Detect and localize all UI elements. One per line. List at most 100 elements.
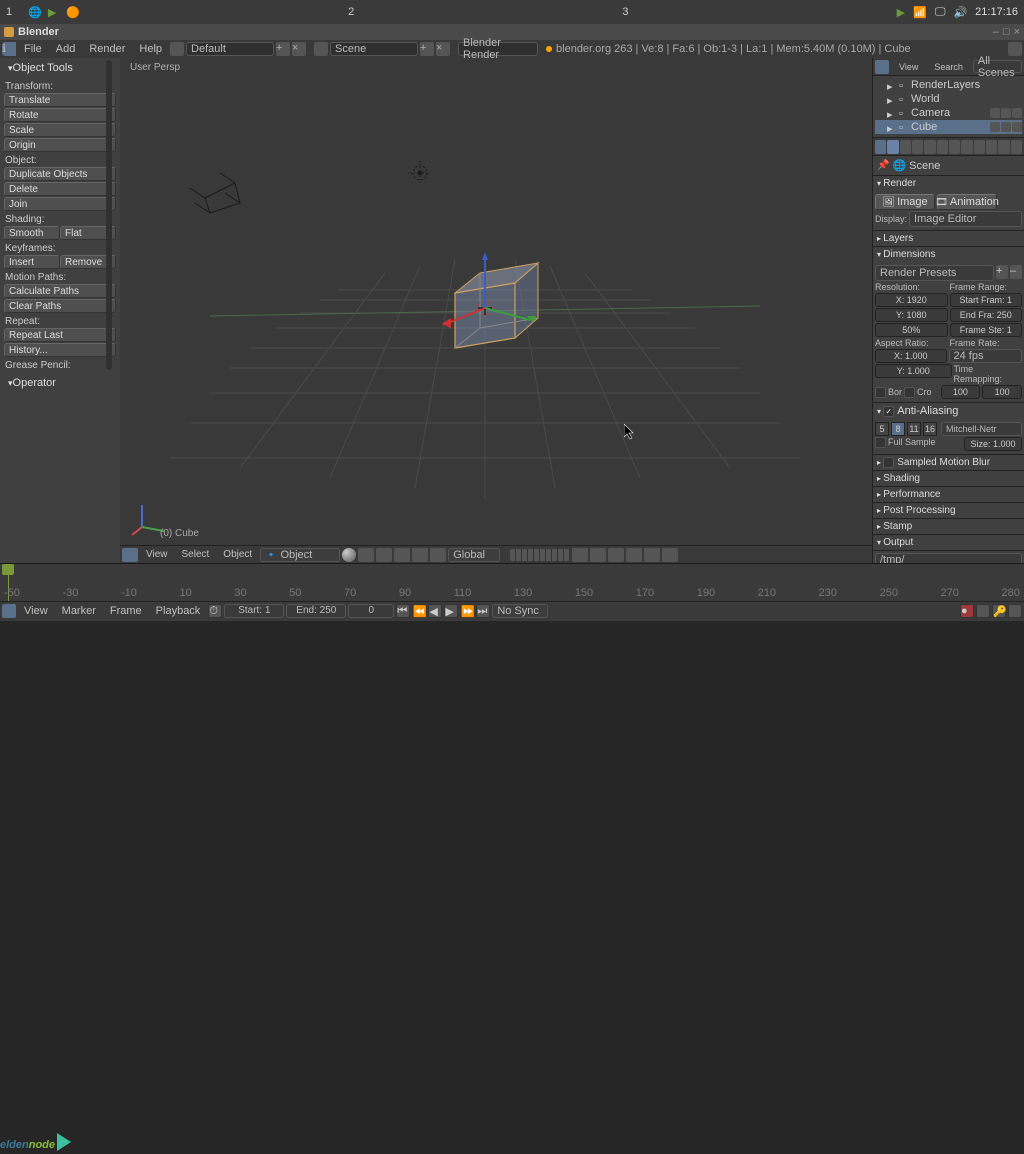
stamp-panel-header[interactable]: Stamp xyxy=(873,519,1024,534)
aa-samples-5[interactable]: 5 xyxy=(875,422,889,436)
close-button[interactable]: × xyxy=(1014,26,1020,38)
mode-dropdown[interactable]: 🔹 Object Mode xyxy=(260,548,340,562)
editor-type-outliner-icon[interactable] xyxy=(875,60,889,74)
workspace-1[interactable]: 1 xyxy=(6,6,12,18)
tab-constraints-icon[interactable] xyxy=(937,140,948,154)
manipulator-toggle-icon[interactable] xyxy=(376,548,392,562)
jump-start-icon[interactable]: ⏮ xyxy=(396,604,410,618)
keying-set-icon[interactable] xyxy=(976,604,990,618)
aa-size-field[interactable]: Size: 1.000 xyxy=(964,437,1022,451)
timeline-ruler[interactable]: eldennode -50-30-10103050709011013015017… xyxy=(0,564,1024,602)
preview-range-icon[interactable]: ⏱ xyxy=(208,604,222,618)
scene-dropdown[interactable]: Scene xyxy=(330,42,418,56)
aspect-x-field[interactable]: X: 1.000 xyxy=(875,349,947,363)
snap-target-icon[interactable] xyxy=(626,548,642,562)
start-frame-number[interactable]: Start: 1 xyxy=(224,604,284,618)
play-icon[interactable]: ▶ xyxy=(444,604,458,618)
res-x-field[interactable]: X: 1920 xyxy=(875,293,948,307)
restrict-render-icon[interactable] xyxy=(1012,108,1022,118)
operator-header[interactable]: Operator xyxy=(2,375,118,393)
auto-keyframe-icon[interactable]: ● xyxy=(960,604,974,618)
fps-dropdown[interactable]: 24 fps xyxy=(949,349,1023,363)
jump-end-icon[interactable]: ⏭ xyxy=(476,604,490,618)
layers-block-icon[interactable] xyxy=(510,549,570,561)
snap-element-icon[interactable] xyxy=(608,548,624,562)
outliner-view-menu[interactable]: View xyxy=(893,61,924,73)
tl-marker-menu[interactable]: Marker xyxy=(56,604,102,618)
crop-checkbox[interactable] xyxy=(904,387,915,398)
restrict-view-icon[interactable] xyxy=(990,108,1000,118)
performance-panel-header[interactable]: Performance xyxy=(873,487,1024,502)
rotate-button[interactable]: Rotate xyxy=(4,108,116,122)
shading-panel-header[interactable]: Shading xyxy=(873,471,1024,486)
scale-button[interactable]: Scale xyxy=(4,123,116,137)
object-menu[interactable]: Object xyxy=(217,548,258,561)
clock[interactable]: 21:17:16 xyxy=(975,6,1018,18)
menu-file[interactable]: File xyxy=(18,42,48,56)
display-icon[interactable]: 🖵 xyxy=(935,6,946,19)
transform-orientation-dropdown[interactable]: Global xyxy=(448,548,500,562)
menu-add[interactable]: Add xyxy=(50,42,82,56)
frame-step-field[interactable]: Frame Ste: 1 xyxy=(950,323,1023,337)
editor-type-icon[interactable]: ℹ xyxy=(2,42,16,56)
tl-playback-menu[interactable]: Playback xyxy=(150,604,207,618)
blender-tray-icon[interactable]: 🟠 xyxy=(66,6,80,19)
outliner-item-renderlayers[interactable]: ▸▫RenderLayers xyxy=(875,78,1022,92)
restrict-view-icon[interactable] xyxy=(990,122,1000,132)
display-dropdown[interactable]: Image Editor xyxy=(909,211,1022,227)
skip-next-keyframe-icon[interactable]: ⏩ xyxy=(460,604,474,618)
repeat-last-button[interactable]: Repeat Last xyxy=(4,328,116,342)
remap-old-field[interactable]: 100 xyxy=(941,385,981,399)
viewport-shading-icon[interactable] xyxy=(342,548,356,562)
back-to-prev-icon[interactable] xyxy=(170,42,184,56)
outliner-item-world[interactable]: ▸▫World xyxy=(875,92,1022,106)
engine-dropdown[interactable]: Blender Render xyxy=(458,42,538,56)
border-checkbox[interactable] xyxy=(875,387,886,398)
tab-object-icon[interactable] xyxy=(924,140,935,154)
insert-keyframe-button[interactable]: Insert xyxy=(4,255,60,269)
sync-dropdown[interactable]: No Sync xyxy=(492,604,548,618)
preset-add-icon[interactable]: + xyxy=(996,265,1008,279)
tab-data-icon[interactable] xyxy=(961,140,972,154)
play-reverse-icon[interactable]: ◀ xyxy=(428,604,442,618)
select-menu[interactable]: Select xyxy=(176,548,216,561)
smooth-button[interactable]: Smooth xyxy=(4,226,60,240)
antialiasing-panel-header[interactable]: Anti-Aliasing xyxy=(873,403,1024,419)
menu-help[interactable]: Help xyxy=(133,42,168,56)
play-icon[interactable]: ▶ xyxy=(48,6,56,19)
calculate-paths-button[interactable]: Calculate Paths xyxy=(4,284,116,298)
full-sample-checkbox[interactable] xyxy=(875,437,886,448)
antialiasing-checkbox[interactable] xyxy=(883,406,894,417)
delete-key-icon[interactable] xyxy=(1008,604,1022,618)
lock-camera-icon[interactable] xyxy=(572,548,588,562)
aa-filter-dropdown[interactable]: Mitchell-Netr xyxy=(941,422,1022,436)
add-scene-icon[interactable]: + xyxy=(420,42,434,56)
aa-samples-16[interactable]: 16 xyxy=(923,422,937,436)
join-button[interactable]: Join xyxy=(4,197,116,211)
remap-new-field[interactable]: 100 xyxy=(982,385,1022,399)
aspect-y-field[interactable]: Y: 1.000 xyxy=(875,364,952,378)
res-pct-field[interactable]: 50% xyxy=(875,323,948,337)
opengl-anim-icon[interactable] xyxy=(662,548,678,562)
render-image-button[interactable]: 🖼 Image xyxy=(875,194,935,210)
skip-prev-keyframe-icon[interactable]: ⏪ xyxy=(412,604,426,618)
view-menu[interactable]: View xyxy=(140,548,174,561)
output-path-field[interactable]: /tmp/ xyxy=(875,553,1022,563)
post-processing-panel-header[interactable]: Post Processing xyxy=(873,503,1024,518)
add-layout-icon[interactable]: + xyxy=(276,42,290,56)
start-frame-field[interactable]: Start Fram: 1 xyxy=(950,293,1023,307)
clear-paths-button[interactable]: Clear Paths xyxy=(4,299,116,313)
tab-modifiers-icon[interactable] xyxy=(949,140,960,154)
outliner-display-dropdown[interactable]: All Scenes xyxy=(973,60,1022,73)
outliner-item-camera[interactable]: ▸▫Camera xyxy=(875,106,1022,120)
tab-physics-icon[interactable] xyxy=(1011,140,1022,154)
scene-browse-icon[interactable] xyxy=(314,42,328,56)
restrict-select-icon[interactable] xyxy=(1001,108,1011,118)
end-frame-field[interactable]: End Fra: 250 xyxy=(950,308,1023,322)
res-y-field[interactable]: Y: 1080 xyxy=(875,308,948,322)
delete-button[interactable]: Delete xyxy=(4,182,116,196)
tab-particles-icon[interactable] xyxy=(998,140,1009,154)
tab-scene-icon[interactable] xyxy=(900,140,911,154)
editor-type-timeline-icon[interactable] xyxy=(2,604,16,618)
duplicate-button[interactable]: Duplicate Objects xyxy=(4,167,116,181)
